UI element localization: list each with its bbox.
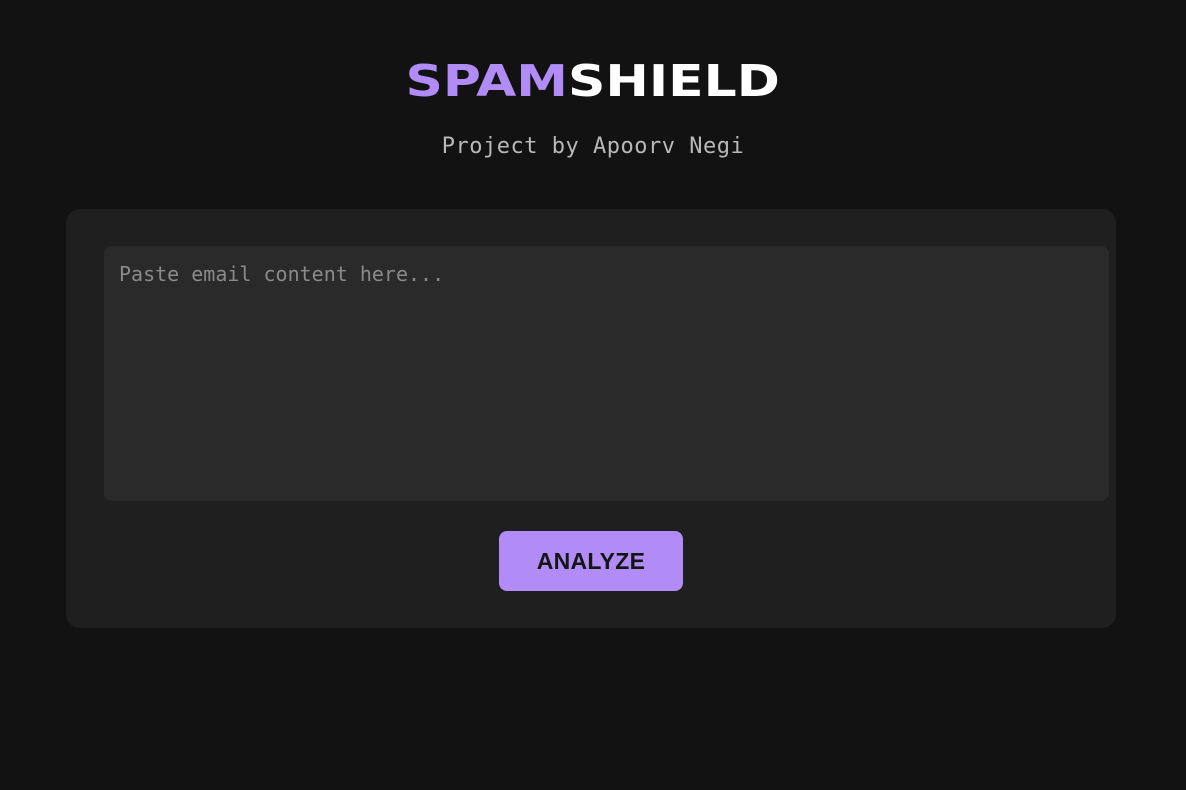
app-header: SPAMSHIELD bbox=[0, 56, 1186, 108]
email-content-input[interactable] bbox=[104, 246, 1109, 501]
project-subtitle: Project by Apoorv Negi bbox=[441, 134, 745, 159]
app-logo: SPAMSHIELD bbox=[406, 56, 780, 108]
analyze-button[interactable]: ANALYZE bbox=[499, 531, 683, 591]
logo-main-text: SHIELD bbox=[568, 56, 781, 107]
analyzer-card: ANALYZE bbox=[66, 209, 1116, 628]
logo-accent-text: SPAM bbox=[405, 56, 569, 107]
